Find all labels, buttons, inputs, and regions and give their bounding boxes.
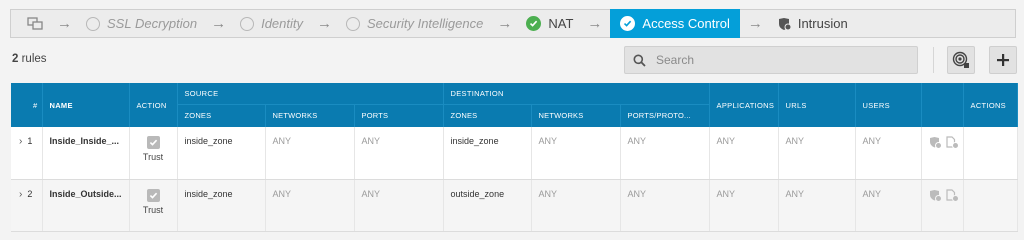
col-src-zones: ZONES [177,103,266,127]
col-dst-networks: NETWORKS [531,103,621,127]
flow-step-devices[interactable] [11,10,49,37]
check-circle-icon [526,16,542,31]
search-icon [633,54,646,67]
arrow-right-icon: → [211,15,227,32]
flow-step-ssl-decryption[interactable]: SSL Decryption [80,10,203,37]
rule-action-label: Trust [142,204,164,215]
src-networks[interactable]: ANY [265,127,355,180]
rule-action-label: Trust [142,152,164,162]
intrusion-policy-icon[interactable] [929,189,942,202]
intrusion-shield-icon [778,17,792,30]
arrow-right-icon: → [747,15,763,32]
table-group-header: # NAME ACTION SOURCE DESTINATION APPLICA… [11,83,1018,127]
src-ports[interactable]: ANY [354,179,444,232]
dst-networks[interactable]: ANY [531,179,621,232]
src-ports[interactable]: ANY [354,127,444,180]
urls[interactable]: ANY [778,127,856,180]
row-num-cell: › 2 [11,179,43,232]
urls[interactable]: ANY [778,179,856,232]
dst-ports[interactable]: ANY [620,179,710,232]
trust-check-icon [146,136,160,149]
flow-step-label: SSL Decryption [107,16,198,31]
col-src-ports: PORTS [354,103,444,127]
flow-step-label: NAT [548,16,574,31]
chevron-right-icon[interactable]: › [19,136,22,147]
flow-step-label: Security Intelligence [367,16,484,31]
flow-step-label: Identity [261,16,304,31]
arrow-right-icon: → [497,15,513,32]
flow-step-nat[interactable]: NAT [520,10,579,37]
group-source: SOURCE [177,83,444,104]
dst-networks[interactable]: ANY [531,127,621,180]
hit-count-button[interactable] [947,46,975,74]
rule-count-label: rules [18,53,47,65]
flow-step-intrusion[interactable]: Intrusion [771,10,854,37]
col-actions: ACTIONS [963,83,1018,127]
rule-count: 2 rules [12,53,47,65]
search-input[interactable] [656,53,896,67]
check-circle-icon [620,16,636,31]
dst-zones[interactable]: inside_zone [443,127,532,180]
rule-icons [921,179,964,232]
group-destination: DESTINATION [443,83,710,104]
src-zones[interactable]: inside_zone [177,179,266,232]
col-icons [921,83,964,127]
search-box[interactable] [624,46,918,74]
flow-step-label: Intrusion [797,16,848,31]
intrusion-policy-icon[interactable] [929,136,942,149]
policy-flow-bar: → SSL Decryption → Identity → Security I… [10,9,1016,38]
hit-count-icon [952,51,969,68]
add-rule-button[interactable] [989,46,1017,74]
chevron-right-icon[interactable]: › [19,189,22,200]
col-dst-ports: PORTS/PROTO... [620,103,710,127]
col-name[interactable]: NAME [42,83,130,127]
src-networks[interactable]: ANY [265,179,355,232]
circle-icon [346,16,361,31]
row-actions[interactable] [963,179,1018,232]
row-actions[interactable] [963,127,1018,180]
dst-ports[interactable]: ANY [620,127,710,180]
dst-zones[interactable]: outside_zone [443,179,532,232]
table-row[interactable]: › 2 Inside_Outside... Trust inside_zone … [11,179,1018,232]
rule-name[interactable]: Inside_Inside_... [42,127,130,180]
circle-icon [240,16,255,31]
arrow-right-icon: → [587,15,603,32]
row-num: 2 [27,188,33,199]
file-policy-icon[interactable] [945,136,959,149]
applications[interactable]: ANY [709,179,779,232]
col-applications: APPLICATIONS [709,83,779,127]
flow-step-security-intelligence[interactable]: Security Intelligence [340,10,489,37]
col-urls: URLS [778,83,856,127]
toolbar-divider [933,47,934,73]
col-dst-zones: ZONES [443,103,532,127]
rule-icons [921,127,964,180]
col-action: ACTION [129,83,178,127]
col-users: USERS [855,83,922,127]
src-zones[interactable]: inside_zone [177,127,266,180]
trust-check-icon [146,188,160,202]
rule-action: Trust [129,179,178,232]
row-num: 1 [27,136,33,146]
arrow-right-icon: → [57,15,72,32]
devices-icon [27,17,43,30]
col-src-networks: NETWORKS [265,103,355,127]
col-num: # [11,83,43,127]
rule-name[interactable]: Inside_Outside... [42,179,130,232]
flow-step-label: Access Control [642,16,730,31]
arrow-right-icon: → [317,15,333,32]
file-policy-icon[interactable] [945,188,959,202]
plus-icon [997,54,1009,66]
circle-icon [86,16,100,31]
applications[interactable]: ANY [709,127,779,180]
flow-step-identity[interactable]: Identity [234,10,309,37]
users[interactable]: ANY [855,179,922,232]
rule-action: Trust [129,127,178,180]
flow-step-access-control[interactable]: Access Control [610,9,740,38]
users[interactable]: ANY [855,127,922,180]
row-num-cell: › 1 [11,127,43,180]
table-row[interactable]: › 1 Inside_Inside_... Trust inside_zone … [11,127,1018,180]
rules-table: # NAME ACTION SOURCE DESTINATION APPLICA… [11,83,1018,232]
